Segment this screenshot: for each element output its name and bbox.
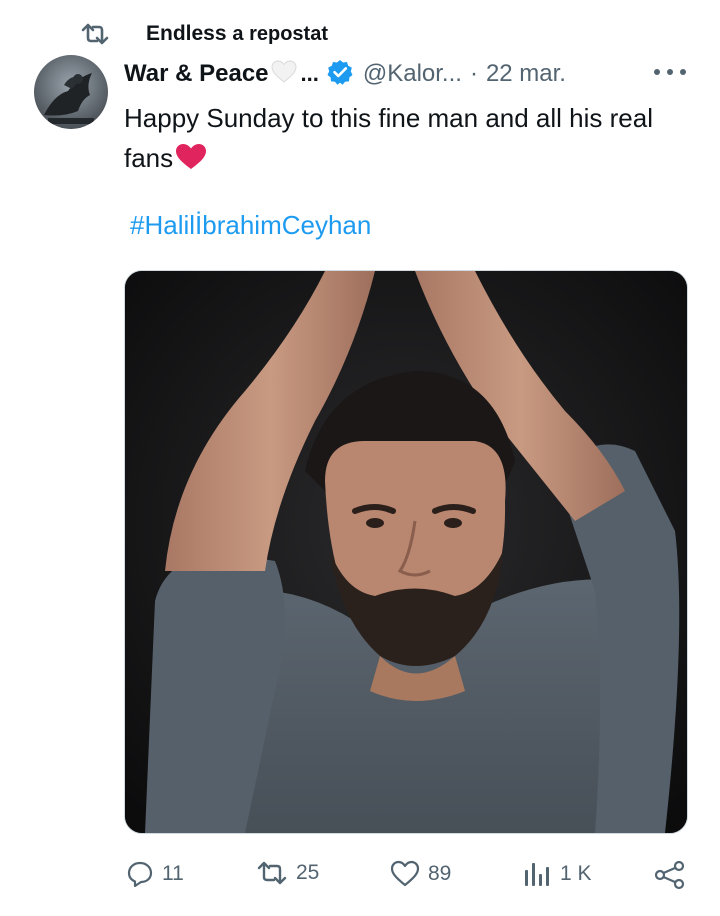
views-icon (525, 863, 549, 886)
author-handle[interactable]: @Kalor... (363, 60, 462, 88)
like-count: 89 (428, 862, 452, 885)
author-name[interactable]: War & Peace (124, 60, 269, 88)
hashtag-link[interactable]: #HalilİbrahimCeyhan (130, 210, 371, 241)
views-button[interactable]: 1 K (522, 860, 592, 888)
separator-dot: · (469, 60, 478, 87)
share-button[interactable] (654, 860, 694, 890)
tweet-date[interactable]: 22 mar. (486, 60, 566, 88)
reply-count: 11 (162, 862, 184, 885)
tweet-text: Happy Sunday to this fine man and all hi… (124, 98, 684, 182)
repost-label: a repostat (232, 23, 328, 45)
repost-icon (257, 861, 287, 885)
name-ellipsis: ... (300, 61, 319, 86)
repost-indicator[interactable]: Endless a repostat (80, 20, 328, 48)
repost-count: 25 (296, 861, 320, 884)
repost-button[interactable]: 25 (256, 860, 319, 886)
reply-button[interactable]: 11 (126, 860, 184, 888)
heart-icon (390, 860, 420, 887)
views-count: 1 K (560, 862, 592, 885)
avatar[interactable] (34, 55, 108, 129)
verified-badge-icon (327, 59, 353, 90)
white-heart-icon (271, 59, 297, 89)
share-icon (654, 860, 685, 890)
reply-icon (127, 861, 153, 888)
repost-icon (80, 23, 110, 45)
tweet-actions: 11 25 89 1 K (0, 852, 720, 902)
more-options-icon[interactable] (654, 58, 686, 86)
repost-user[interactable]: Endless (146, 22, 227, 45)
like-button[interactable]: 89 (390, 860, 451, 888)
red-heart-icon (175, 142, 207, 182)
tweet-image[interactable] (124, 270, 688, 834)
tweet-header: War & Peace ... @Kalor... · 22 mar. (124, 56, 566, 92)
